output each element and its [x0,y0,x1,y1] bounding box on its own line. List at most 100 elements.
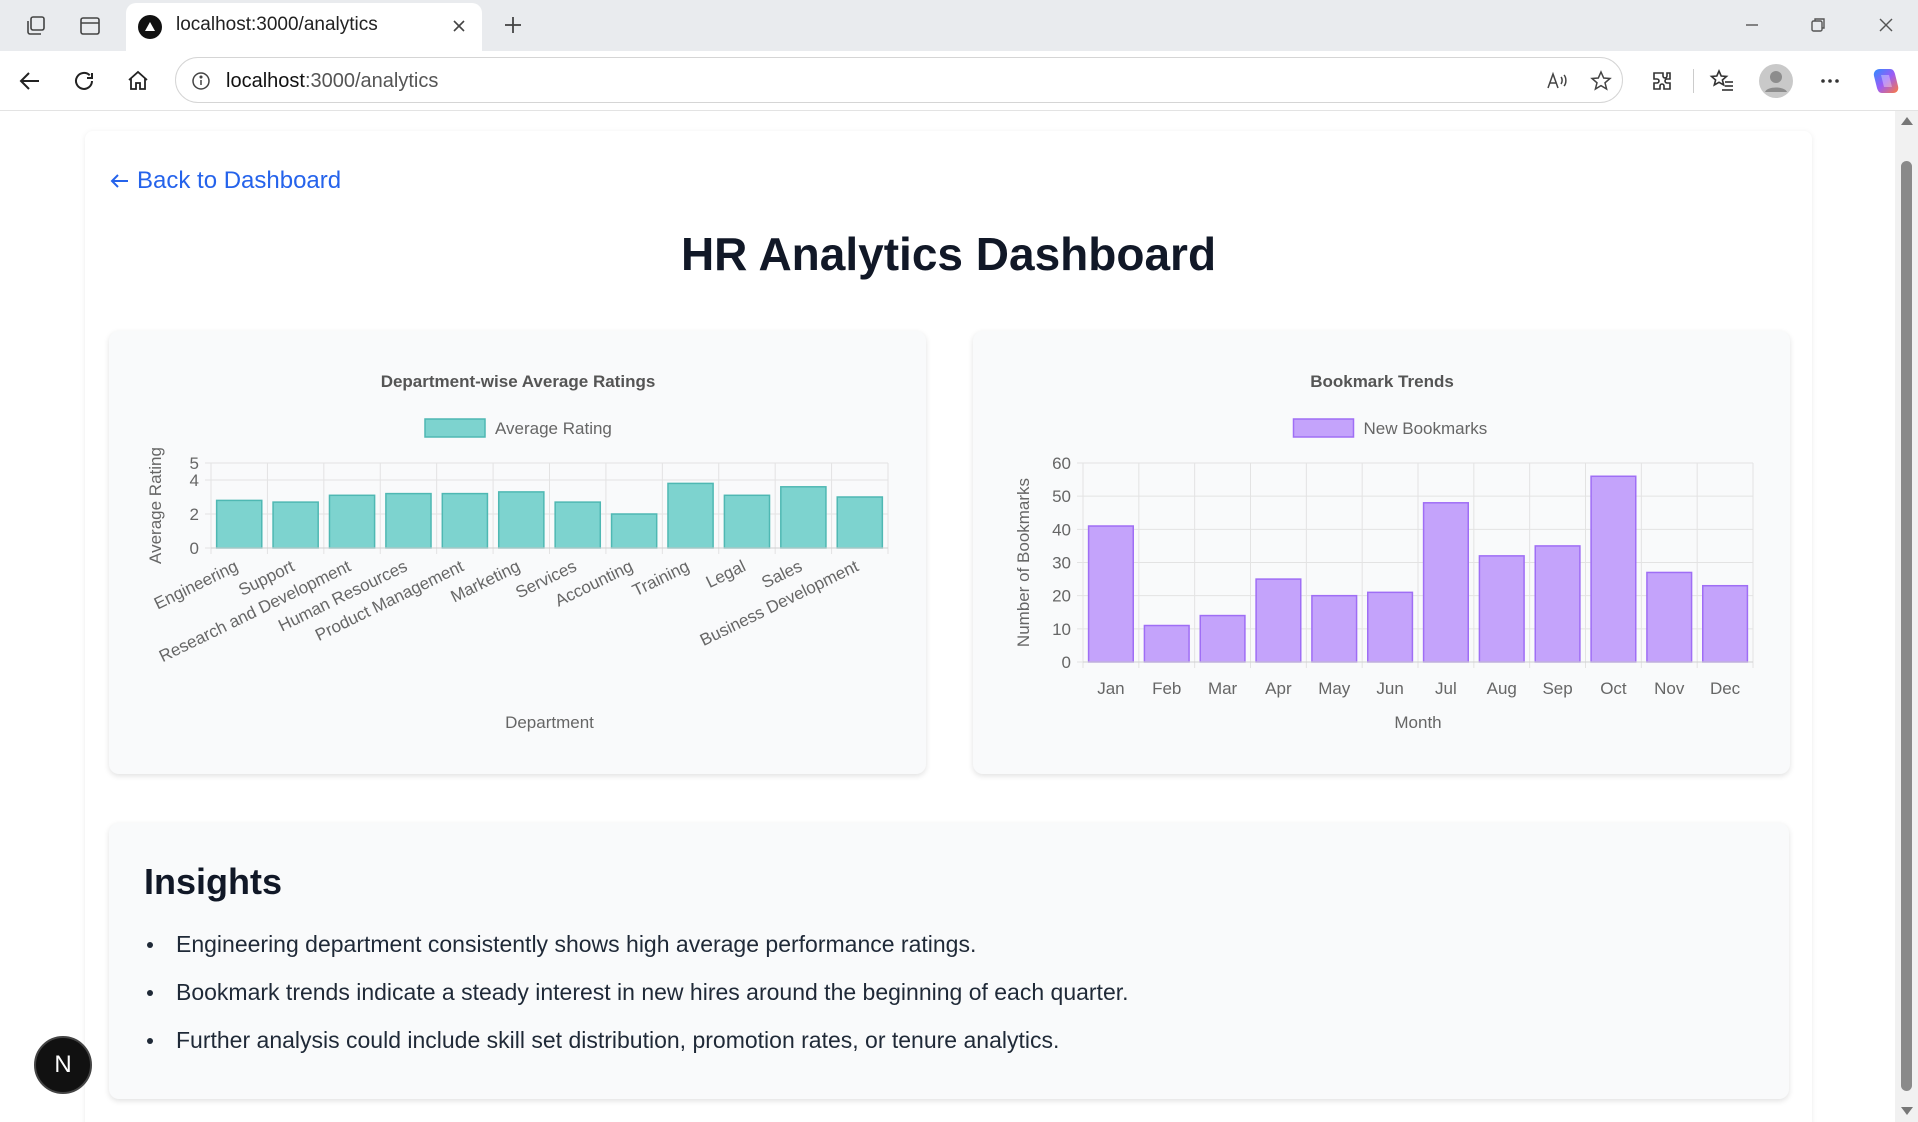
close-window-icon[interactable] [1866,8,1906,42]
bar [1478,555,1525,663]
site-info-icon[interactable] [188,68,214,94]
bar [554,501,602,549]
minimize-icon[interactable] [1732,8,1772,42]
address-toolbar: localhost:3000/analytics [0,51,1918,111]
close-tab-icon[interactable] [446,13,472,39]
x-tick-label: Training [629,557,692,601]
copilot-icon[interactable] [1866,61,1906,101]
x-tick-label: Legal [703,557,749,592]
more-options-icon[interactable] [1812,63,1848,99]
read-aloud-icon[interactable] [1542,66,1572,96]
scroll-up-icon[interactable] [1901,117,1913,125]
restore-icon[interactable] [1798,8,1838,42]
chart-title: Department-wise Average Ratings [381,372,656,391]
favorites-icon[interactable] [1704,63,1740,99]
x-tick-label: Dec [1710,679,1741,698]
x-axis-title: Department [505,713,594,732]
y-tick-label: 60 [1052,454,1071,473]
insight-item: Bookmark trends indicate a steady intere… [144,977,1129,1025]
bar [1367,591,1414,663]
favicon-icon [138,15,162,39]
bar [215,499,263,549]
x-tick-label: Aug [1487,679,1517,698]
arrow-left-icon [110,174,128,188]
workspaces-icon[interactable] [20,10,52,42]
bar [441,492,489,549]
bar [780,486,827,549]
bar [385,492,432,549]
bar [1143,624,1190,663]
bar [328,494,376,549]
browser-tab-bar: localhost:3000/analytics [0,0,1918,51]
bar [1311,594,1358,663]
bookmarks-chart-card: Bookmark Trends New Bookmarks 0 10 20 30 40 50 6… [973,331,1790,774]
legend-label: Average Rating [495,419,612,438]
y-axis-title: Average Rating [146,447,165,564]
x-tick-label: Jan [1097,679,1124,698]
back-to-dashboard-link[interactable]: Back to Dashboard [109,167,341,195]
home-icon[interactable] [120,63,156,99]
x-tick-label: Feb [1152,679,1181,698]
url-text: localhost:3000/analytics [226,70,438,93]
url-path: :3000/analytics [304,70,439,92]
legend-label: New Bookmarks [1364,419,1488,438]
page-title: HR Analytics Dashboard [680,228,1217,280]
toolbar-divider [1693,69,1694,93]
y-tick-label: 5 [190,454,199,473]
vertical-tabs-icon[interactable] [74,10,106,42]
x-tick-label: Nov [1654,679,1685,698]
legend-swatch [1292,418,1355,438]
x-tick-label: May [1318,679,1351,698]
y-tick-label: 2 [190,505,199,524]
address-bar[interactable]: localhost:3000/analytics [175,57,1623,103]
y-tick-label: 4 [190,471,199,490]
back-link-label: Back to Dashboard [137,167,342,194]
scroll-down-icon[interactable] [1901,1107,1913,1115]
scroll-thumb[interactable] [1901,161,1912,1091]
bar [1590,475,1637,663]
new-tab-icon[interactable] [496,8,530,42]
bar [272,501,319,549]
bar [1646,571,1693,663]
bar [1702,584,1749,663]
bar [1534,545,1581,663]
profile-avatar[interactable] [1758,63,1794,99]
y-tick-label: 0 [190,539,199,558]
browser-tab[interactable]: localhost:3000/analytics [126,3,482,51]
insight-item: Engineering department consistently show… [144,929,1129,977]
insight-item: Further analysis could include skill set… [144,1025,1129,1073]
y-axis-title: Number of Bookmarks [1014,478,1033,647]
nextjs-dev-badge[interactable]: N [34,1036,92,1094]
favorite-star-icon[interactable] [1586,66,1616,96]
bar [497,491,545,549]
x-tick-label: Engineering [151,557,241,614]
bar [1422,502,1470,663]
y-tick-label: 0 [1062,653,1071,672]
x-tick-label: Sep [1542,679,1572,698]
bar [836,496,884,549]
ratings-chart-card: Department-wise Average Ratings Average R… [109,331,926,774]
y-tick-label: 10 [1052,620,1071,639]
back-icon[interactable] [12,63,48,99]
y-tick-label: 40 [1052,520,1071,539]
insights-title: Insights [144,861,283,902]
x-tick-label: Jul [1435,679,1457,698]
bar [1199,614,1246,663]
refresh-icon[interactable] [66,63,102,99]
chart-title: Bookmark Trends [1310,372,1454,391]
x-tick-label: Oct [1600,679,1627,698]
extensions-icon[interactable] [1644,63,1680,99]
y-tick-label: 50 [1052,487,1071,506]
legend-swatch [424,418,486,438]
y-tick-label: 20 [1052,587,1071,606]
bar [1087,525,1135,663]
page-viewport: Back to Dashboard HR Analytics Dashboard… [0,111,1895,1122]
bar [723,494,771,549]
x-axis-title: Month [1394,713,1441,732]
page-container: Back to Dashboard HR Analytics Dashboard… [85,131,1812,1122]
y-tick-label: 30 [1052,554,1071,573]
x-tick-label: Apr [1265,679,1292,698]
tab-title: localhost:3000/analytics [176,14,378,35]
vertical-scrollbar[interactable] [1895,111,1918,1122]
bar [667,482,714,549]
